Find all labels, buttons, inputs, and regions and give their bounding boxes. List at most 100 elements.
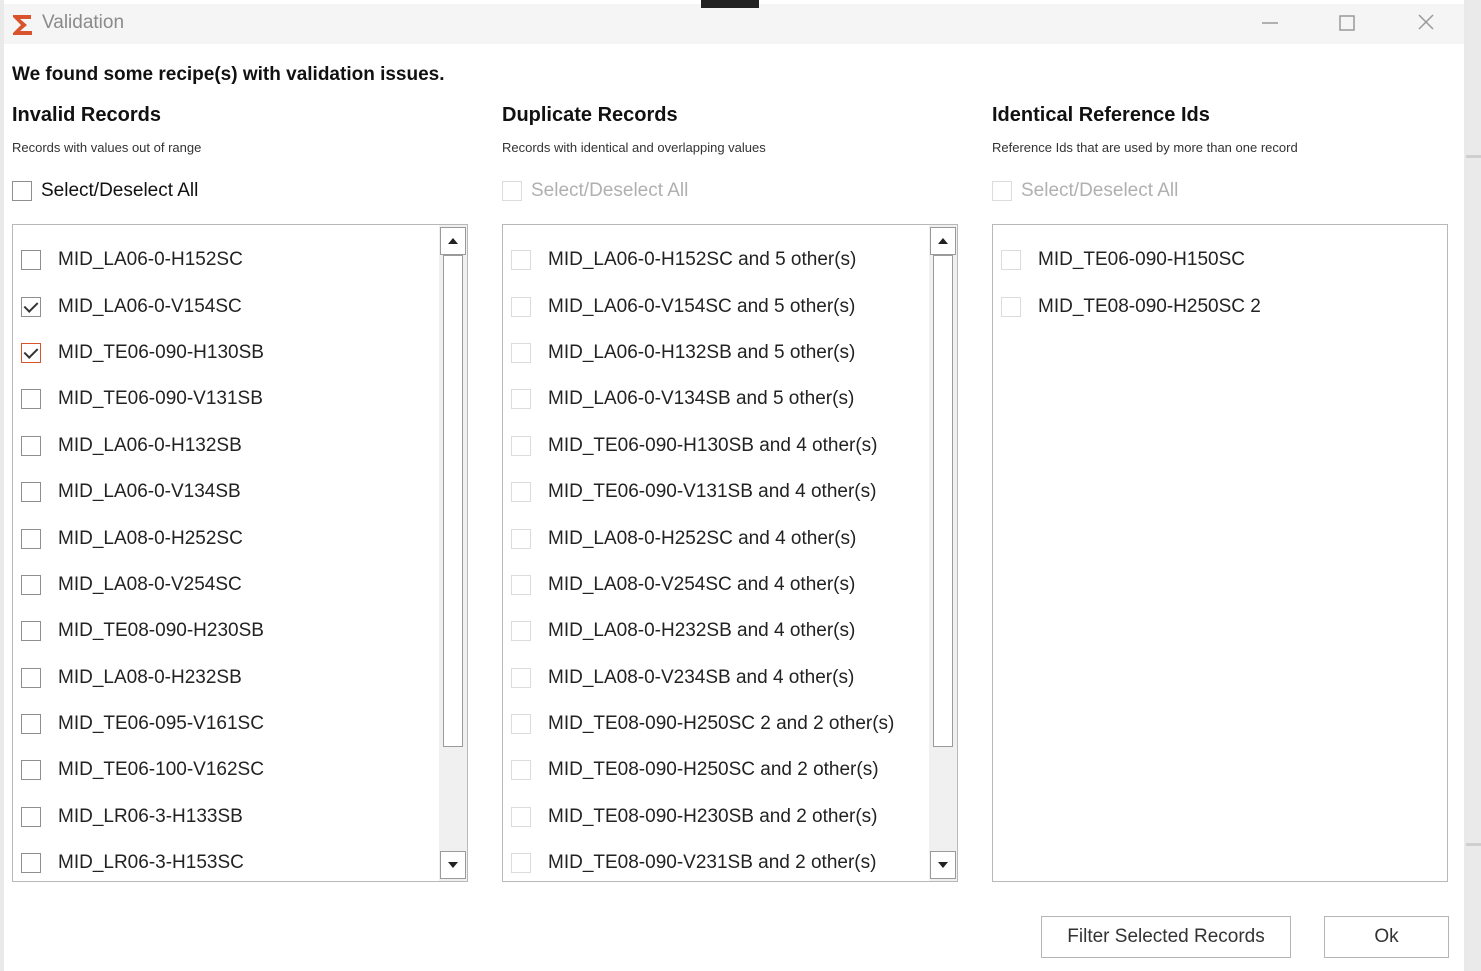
list-item[interactable]: MID_LA08-0-H232SB and 4 other(s): [511, 608, 927, 654]
list-item[interactable]: MID_LA08-0-V254SC: [21, 562, 437, 608]
ok-button[interactable]: Ok: [1324, 916, 1449, 958]
item-label: MID_LA06-0-H132SB: [58, 434, 242, 456]
list-item[interactable]: MID_LR06-3-H133SB: [21, 794, 437, 840]
item-checkbox[interactable]: [21, 853, 41, 874]
item-checkbox[interactable]: [21, 621, 41, 642]
list-item[interactable]: MID_TE08-090-H250SC and 2 other(s): [511, 747, 927, 793]
list-item[interactable]: MID_TE06-090-H130SB and 4 other(s): [511, 423, 927, 469]
list-item[interactable]: MID_LA06-0-V134SB: [21, 469, 437, 515]
item-checkbox[interactable]: [21, 296, 41, 317]
list-item[interactable]: MID_TE08-090-H230SB and 2 other(s): [511, 794, 927, 840]
list-item[interactable]: MID_LA06-0-V134SB and 5 other(s): [511, 376, 927, 422]
checkbox[interactable]: [12, 181, 32, 201]
item-checkbox[interactable]: [511, 621, 531, 642]
list-item[interactable]: MID_LA08-0-V234SB and 4 other(s): [511, 655, 927, 701]
scroll-up-button[interactable]: [440, 227, 466, 255]
item-label: MID_LA08-0-H232SB: [58, 666, 242, 688]
list-item[interactable]: MID_TE06-100-V162SC: [21, 747, 437, 793]
item-label: MID_TE06-090-H130SB and 4 other(s): [548, 434, 878, 456]
list-item[interactable]: MID_TE08-090-H250SC 2: [1001, 283, 1439, 329]
list-item[interactable]: MID_TE06-095-V161SC: [21, 701, 437, 747]
item-label: MID_LA06-0-H152SC and 5 other(s): [548, 249, 857, 271]
invalid-records-list[interactable]: MID_LA06-0-H152SC MID_LA06-0-V154SC MID_TE…: [12, 224, 468, 882]
item-checkbox[interactable]: [1001, 250, 1021, 271]
list-item[interactable]: MID_LA06-0-H152SC: [21, 237, 437, 283]
scrollbar[interactable]: [439, 225, 467, 881]
list-item[interactable]: MID_LA06-0-V154SC and 5 other(s): [511, 283, 927, 329]
invalid-records-section: Invalid Records Records with values out …: [12, 104, 470, 894]
item-checkbox[interactable]: [21, 714, 41, 735]
item-checkbox[interactable]: [511, 435, 531, 456]
item-checkbox[interactable]: [21, 435, 41, 456]
list-item[interactable]: MID_LA08-0-H252SC: [21, 515, 437, 561]
scroll-thumb[interactable]: [933, 255, 953, 747]
item-label: MID_LR06-3-H153SC: [58, 852, 244, 874]
list-item[interactable]: MID_LA06-0-H152SC and 5 other(s): [511, 237, 927, 283]
list-item[interactable]: MID_LR06-3-H153SC: [21, 840, 437, 881]
list-items: MID_LA06-0-H152SC MID_LA06-0-V154SC MID_TE…: [21, 237, 437, 881]
duplicate-records-list[interactable]: MID_LA06-0-H152SC and 5 other(s) MID_LA06…: [502, 224, 958, 882]
list-item[interactable]: MID_TE06-090-V131SB: [21, 376, 437, 422]
checkbox: [992, 181, 1012, 201]
section-subtitle: Reference Ids that are used by more than…: [992, 140, 1298, 155]
item-checkbox[interactable]: [511, 853, 531, 874]
list-item[interactable]: MID_TE08-090-V231SB and 2 other(s): [511, 840, 927, 881]
scroll-down-button[interactable]: [930, 851, 956, 879]
item-checkbox[interactable]: [511, 760, 531, 781]
item-label: MID_TE08-090-H250SC and 2 other(s): [548, 759, 879, 781]
item-checkbox[interactable]: [511, 482, 531, 503]
item-checkbox[interactable]: [511, 342, 531, 363]
item-checkbox[interactable]: [21, 528, 41, 549]
list-item[interactable]: MID_TE06-090-H130SB: [21, 330, 437, 376]
dialog-heading: We found some recipe(s) with validation …: [12, 64, 445, 85]
item-checkbox[interactable]: [511, 389, 531, 410]
scroll-down-button[interactable]: [440, 851, 466, 879]
item-checkbox[interactable]: [511, 574, 531, 595]
item-label: MID_TE06-090-V131SB and 4 other(s): [548, 481, 877, 503]
item-label: MID_LA06-0-V134SB: [58, 481, 241, 503]
item-checkbox[interactable]: [511, 806, 531, 827]
item-label: MID_TE06-090-H150SC: [1038, 249, 1245, 271]
item-checkbox[interactable]: [21, 342, 41, 363]
scrollbar[interactable]: [929, 225, 957, 881]
list-item[interactable]: MID_LA06-0-H132SB and 5 other(s): [511, 330, 927, 376]
item-checkbox[interactable]: [511, 250, 531, 271]
list-item[interactable]: MID_LA08-0-H232SB: [21, 655, 437, 701]
item-checkbox[interactable]: [21, 250, 41, 271]
item-checkbox[interactable]: [1001, 296, 1021, 317]
item-label: MID_LA06-0-H132SB and 5 other(s): [548, 341, 856, 363]
minimize-button[interactable]: [1250, 8, 1290, 40]
select-all-checkbox[interactable]: Select/Deselect All: [12, 176, 198, 206]
scroll-thumb[interactable]: [443, 255, 463, 747]
section-subtitle: Records with identical and overlapping v…: [502, 140, 766, 155]
item-checkbox[interactable]: [511, 528, 531, 549]
item-label: MID_TE06-090-H130SB: [58, 341, 264, 363]
list-item[interactable]: MID_TE06-090-H150SC: [1001, 237, 1439, 283]
list-items: MID_TE06-090-H150SC MID_TE08-090-H250SC 2: [1001, 237, 1439, 330]
list-item[interactable]: MID_TE08-090-H230SB: [21, 608, 437, 654]
list-item[interactable]: MID_TE06-090-V131SB and 4 other(s): [511, 469, 927, 515]
item-checkbox[interactable]: [511, 667, 531, 688]
list-item[interactable]: MID_TE08-090-H250SC 2 and 2 other(s): [511, 701, 927, 747]
list-item[interactable]: MID_LA08-0-V254SC and 4 other(s): [511, 562, 927, 608]
item-checkbox[interactable]: [21, 482, 41, 503]
item-label: MID_TE08-090-H230SB: [58, 620, 264, 642]
item-label: MID_LR06-3-H133SB: [58, 805, 243, 827]
item-checkbox[interactable]: [21, 760, 41, 781]
scroll-up-button[interactable]: [930, 227, 956, 255]
item-checkbox[interactable]: [511, 714, 531, 735]
filter-selected-records-button[interactable]: Filter Selected Records: [1041, 916, 1291, 958]
list-item[interactable]: MID_LA06-0-V154SC: [21, 283, 437, 329]
duplicate-records-section: Duplicate Records Records with identical…: [502, 104, 960, 894]
item-checkbox[interactable]: [21, 389, 41, 410]
identical-reference-ids-list[interactable]: MID_TE06-090-H150SC MID_TE08-090-H250SC 2: [992, 224, 1448, 882]
close-button[interactable]: [1406, 8, 1446, 40]
item-checkbox[interactable]: [511, 296, 531, 317]
item-checkbox[interactable]: [21, 574, 41, 595]
item-checkbox[interactable]: [21, 806, 41, 827]
item-checkbox[interactable]: [21, 667, 41, 688]
list-item[interactable]: MID_LA06-0-H132SB: [21, 423, 437, 469]
list-item[interactable]: MID_LA08-0-H252SC and 4 other(s): [511, 515, 927, 561]
maximize-button[interactable]: [1327, 8, 1367, 40]
item-label: MID_TE08-090-V231SB and 2 other(s): [548, 852, 877, 874]
